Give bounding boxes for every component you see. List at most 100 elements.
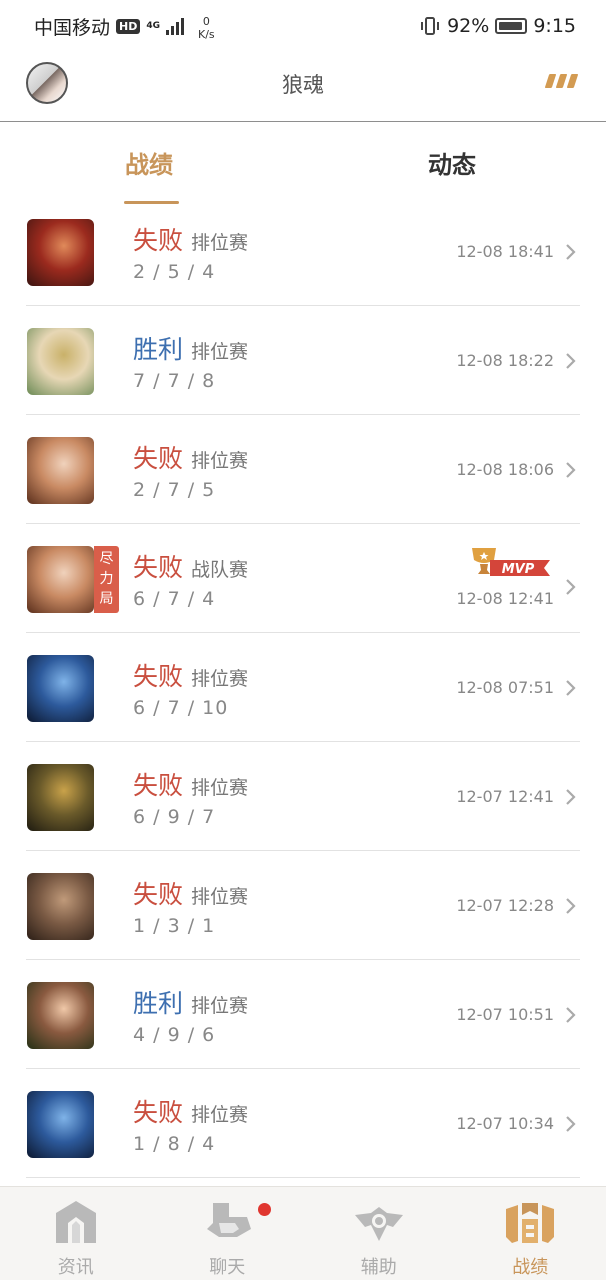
match-time: 12-08 18:41: [456, 242, 554, 261]
hero-portrait: [27, 437, 94, 504]
chevron-right-icon: [566, 680, 576, 696]
news-icon: [55, 1201, 96, 1243]
hero-portrait: [27, 1091, 94, 1158]
tab-feed[interactable]: 动态: [428, 145, 476, 180]
match-result: 失败: [133, 444, 184, 473]
network-speed-unit: K/s: [198, 28, 215, 41]
match-row[interactable]: 失败 排位赛 2 / 5 / 4 12-08 18:41: [0, 197, 606, 306]
hero-portrait: [27, 328, 94, 395]
chevron-right-icon: [566, 898, 576, 914]
nav-label-record: 战绩: [512, 1257, 549, 1278]
nav-label-news: 资讯: [57, 1257, 94, 1278]
assist-icon: [354, 1207, 403, 1241]
row-divider: [26, 1177, 580, 1178]
match-row[interactable]: 失败 排位赛 1 / 8 / 4 12-07 10:34: [0, 1069, 606, 1178]
nav-label-assist: 辅助: [360, 1257, 397, 1278]
match-kda: 2 / 7 / 5: [133, 479, 216, 501]
match-time: 12-07 10:51: [456, 1005, 554, 1024]
nav-item-record[interactable]: 战绩: [455, 1187, 606, 1280]
chevron-right-icon: [566, 1116, 576, 1132]
tab-bar: 战绩 动态: [0, 123, 606, 206]
best-effort-tag: 尽力局: [94, 546, 119, 613]
record-icon: [506, 1203, 555, 1243]
match-kda: 6 / 7 / 4: [133, 588, 216, 610]
match-kda: 6 / 9 / 7: [133, 806, 216, 828]
match-kda: 6 / 7 / 10: [133, 697, 229, 719]
match-mode: 排位赛: [191, 341, 249, 363]
match-kda: 7 / 7 / 8: [133, 370, 216, 392]
status-right: 92% 9:15: [419, 15, 576, 37]
nav-item-news[interactable]: 资讯: [0, 1187, 152, 1280]
match-mode: 战队赛: [191, 559, 249, 581]
hero-portrait: [27, 655, 94, 722]
match-mode: 排位赛: [191, 450, 249, 472]
hd-icon: HD: [116, 18, 141, 34]
chevron-right-icon: [566, 462, 576, 478]
chat-badge: [257, 1203, 271, 1216]
hero-portrait: [27, 873, 94, 940]
title-bar: 狼魂: [0, 52, 606, 122]
match-mode: 排位赛: [191, 1104, 249, 1126]
match-result: 失败: [133, 662, 184, 691]
match-result: 失败: [133, 226, 184, 255]
match-row[interactable]: 失败 排位赛 2 / 7 / 5 12-08 18:06: [0, 415, 606, 524]
battery-percent: 92%: [447, 15, 490, 37]
signal-icon: [166, 17, 185, 35]
more-icon[interactable]: [544, 74, 579, 88]
chat-icon: [207, 1203, 252, 1237]
match-time: 12-07 12:28: [456, 896, 554, 915]
hero-portrait: [27, 764, 94, 831]
match-kda: 1 / 8 / 4: [133, 1133, 216, 1155]
chevron-right-icon: [566, 789, 576, 805]
match-time: 12-08 07:51: [456, 678, 554, 697]
chevron-right-icon: [566, 244, 576, 260]
match-time: 12-08 12:41: [456, 589, 554, 608]
status-bar: 中国移动 HD 4G 0 K/s 92% 9:15: [0, 0, 606, 52]
mvp-label: MVP: [502, 562, 535, 577]
network-speed: 0 K/s: [198, 15, 215, 41]
hero-portrait: [27, 546, 94, 613]
carrier-label: 中国移动: [34, 16, 111, 39]
match-kda: 1 / 3 / 1: [133, 915, 216, 937]
match-mode: 排位赛: [191, 886, 249, 908]
nav-label-chat: 聊天: [209, 1257, 246, 1278]
match-row[interactable]: 失败 排位赛 6 / 9 / 7 12-07 12:41: [0, 742, 606, 851]
tab-record[interactable]: 战绩: [125, 145, 173, 180]
clock: 9:15: [533, 15, 576, 37]
match-kda: 2 / 5 / 4: [133, 261, 216, 283]
chevron-right-icon: [566, 579, 576, 595]
mvp-badge: MVP: [472, 548, 550, 577]
match-time: 12-08 18:06: [456, 460, 554, 479]
match-time: 12-08 18:22: [456, 351, 554, 370]
match-result: 失败: [133, 771, 184, 800]
match-row[interactable]: 失败 排位赛 1 / 3 / 1 12-07 12:28: [0, 851, 606, 960]
match-result: 失败: [133, 1098, 184, 1127]
match-result: 失败: [133, 880, 184, 909]
match-row[interactable]: 胜利 排位赛 7 / 7 / 8 12-08 18:22: [0, 306, 606, 415]
battery-icon: [495, 18, 528, 34]
match-mode: 排位赛: [191, 995, 249, 1017]
nav-item-chat[interactable]: 聊天: [152, 1187, 304, 1280]
match-time: 12-07 10:34: [456, 1114, 554, 1133]
status-left: 中国移动 HD 4G 0 K/s: [34, 11, 215, 41]
network-speed-value: 0: [202, 15, 210, 28]
match-row[interactable]: 失败 排位赛 6 / 7 / 10 12-08 07:51: [0, 633, 606, 742]
match-result: 失败: [133, 553, 184, 582]
match-mode: 排位赛: [191, 777, 249, 799]
hero-portrait: [27, 982, 94, 1049]
match-kda: 4 / 9 / 6: [133, 1024, 216, 1046]
hero-portrait: [27, 219, 94, 286]
match-mode: 排位赛: [191, 668, 249, 690]
match-result: 胜利: [133, 989, 184, 1018]
network-type-label: 4G: [146, 20, 161, 31]
match-mode: 排位赛: [191, 232, 249, 254]
page-title: 狼魂: [282, 73, 324, 97]
bottom-nav: 资讯 聊天 辅助 战绩: [0, 1186, 606, 1280]
vibrate-icon: [419, 15, 441, 37]
chevron-right-icon: [566, 353, 576, 369]
match-list: 失败 排位赛 2 / 5 / 4 12-08 18:41 胜利 排位赛 7 / 7 / 81…: [0, 197, 606, 1178]
match-row[interactable]: 尽力局 失败 战队赛 6 / 7 / 4 MVP 12-08 12:41: [0, 524, 606, 633]
nav-item-assist[interactable]: 辅助: [303, 1187, 455, 1280]
match-row[interactable]: 胜利 排位赛 4 / 9 / 6 12-07 10:51: [0, 960, 606, 1069]
chevron-right-icon: [566, 1007, 576, 1023]
